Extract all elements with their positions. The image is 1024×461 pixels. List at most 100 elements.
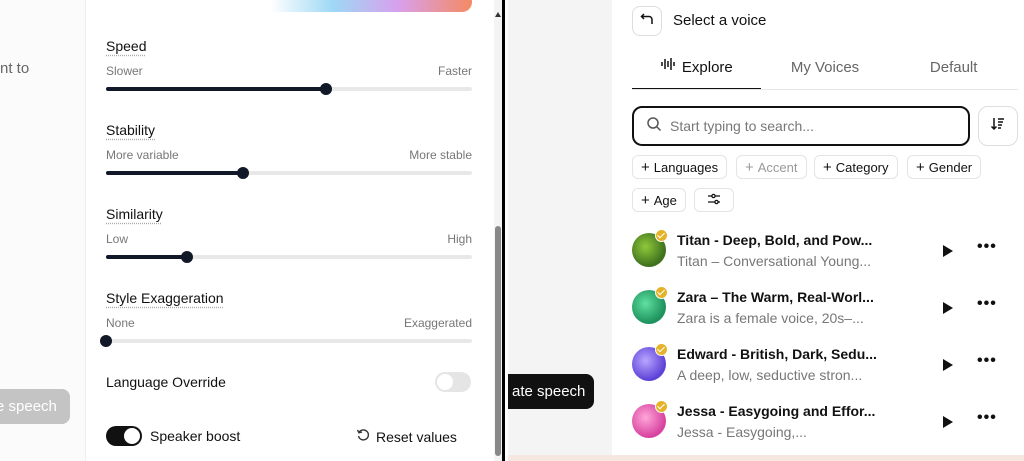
slider-max-label: Faster — [437, 64, 472, 78]
play-icon[interactable] — [943, 359, 953, 371]
voice-settings-pane: nt to e speech Speed Slower Faster Stabi… — [0, 0, 505, 461]
stability-slider[interactable] — [106, 167, 472, 179]
waveform-icon — [660, 56, 676, 80]
similarity-slider[interactable] — [106, 251, 472, 263]
speaker-boost-toggle[interactable] — [106, 426, 142, 446]
verified-badge-icon — [655, 400, 668, 413]
sort-button[interactable] — [978, 106, 1018, 146]
verified-badge-icon — [655, 229, 668, 242]
voice-item[interactable]: Titan - Deep, Bold, and Pow... Titan – C… — [632, 226, 1018, 276]
search-input[interactable] — [670, 118, 950, 134]
voice-description: Zara is a female voice, 20s–... — [677, 310, 864, 326]
filter-gender[interactable]: + Gender — [907, 155, 982, 179]
more-options-icon[interactable]: ••• — [977, 352, 997, 370]
filter-label: Accent — [757, 159, 798, 175]
voice-item[interactable]: Zara – The Warm, Real-Worl... Zara is a … — [632, 283, 1018, 333]
tab-label: Explore — [681, 59, 733, 76]
voice-description: Titan – Conversational Young... — [677, 253, 872, 269]
sort-icon — [990, 116, 1006, 137]
reset-values-button[interactable]: Reset values — [356, 428, 457, 445]
voice-tabs: Explore My Voices Default — [632, 56, 1018, 90]
slider-thumb[interactable] — [180, 251, 193, 263]
play-icon[interactable] — [943, 416, 953, 428]
filter-accent[interactable]: + Accent — [736, 155, 807, 179]
speaker-boost-label: Speaker boost — [150, 428, 241, 444]
generate-speech-button-disabled[interactable]: e speech — [0, 389, 70, 424]
slider-min-label: Slower — [106, 64, 143, 78]
stability-slider-group: Stability More variable More stable — [106, 122, 472, 179]
slider-min-label: More variable — [106, 148, 179, 162]
similarity-slider-group: Similarity Low High — [106, 206, 472, 263]
voice-name: Titan - Deep, Bold, and Pow... — [677, 232, 873, 248]
slider-min-label: None — [106, 316, 135, 330]
filter-label: Languages — [653, 159, 719, 175]
tab-default[interactable]: Default — [889, 56, 1018, 90]
truncated-text: nt to — [0, 60, 30, 77]
tab-my-voices[interactable]: My Voices — [761, 56, 890, 90]
slider-thumb[interactable] — [100, 335, 112, 347]
advanced-filters-button[interactable] — [694, 188, 734, 212]
voice-item[interactable]: Edward - British, Dark, Sedu... A deep, … — [632, 340, 1018, 390]
style-exaggeration-slider-group: Style Exaggeration None Exaggerated — [100, 290, 472, 347]
tab-divider — [632, 89, 1018, 90]
slider-max-label: High — [447, 232, 472, 246]
voice-name: Jessa - Easygoing and Effor... — [677, 403, 876, 419]
scroll-up-arrow-icon[interactable] — [495, 12, 501, 17]
speed-slider[interactable] — [106, 83, 472, 95]
voice-description: A deep, low, seductive stron... — [677, 367, 863, 383]
language-override-label: Language Override — [106, 374, 226, 390]
select-voice-panel: Select a voice Explore My Voices Default — [612, 0, 1024, 455]
voice-name: Zara – The Warm, Real-Worl... — [677, 289, 874, 305]
filter-label: Gender — [928, 159, 973, 175]
play-icon[interactable] — [943, 302, 953, 314]
slider-title: Speed — [106, 38, 147, 54]
slider-thumb[interactable] — [319, 83, 332, 95]
tab-explore[interactable]: Explore — [632, 56, 761, 90]
slider-fill — [106, 171, 244, 175]
filter-label: Category — [835, 159, 889, 175]
reset-label: Reset values — [376, 428, 457, 445]
plus-icon: + — [641, 191, 650, 209]
back-arrow-icon — [640, 12, 654, 31]
more-options-icon[interactable]: ••• — [977, 295, 997, 313]
style-exaggeration-slider[interactable] — [100, 335, 472, 347]
plus-icon: + — [916, 158, 925, 176]
voice-description: Jessa - Easygoing,... — [677, 424, 807, 440]
slider-title: Similarity — [106, 206, 163, 222]
slider-title: Stability — [106, 122, 156, 138]
more-options-icon[interactable]: ••• — [977, 238, 997, 256]
voice-selector-pane: ate speech Select a voice Explore My Voi… — [508, 0, 1024, 461]
plus-icon: + — [823, 158, 832, 176]
back-button[interactable] — [632, 6, 662, 36]
filter-label: Age — [653, 192, 677, 208]
bottom-strip — [508, 455, 1024, 461]
language-override-toggle[interactable] — [435, 372, 471, 392]
search-icon — [646, 116, 662, 137]
speed-slider-group: Speed Slower Faster — [106, 38, 472, 95]
verified-badge-icon — [655, 343, 668, 356]
slider-title: Style Exaggeration — [106, 290, 224, 306]
more-options-icon[interactable]: ••• — [977, 409, 997, 427]
slider-max-label: Exaggerated — [403, 316, 472, 330]
sliders-icon — [707, 192, 721, 209]
play-icon[interactable] — [943, 245, 953, 257]
plus-icon: + — [641, 158, 650, 176]
panel-title: Select a voice — [673, 12, 767, 29]
slider-max-label: More stable — [409, 148, 472, 162]
filter-age[interactable]: + Age — [632, 188, 686, 212]
verified-badge-icon — [655, 286, 668, 299]
slider-thumb[interactable] — [237, 167, 250, 179]
filter-category[interactable]: + Category — [814, 155, 898, 179]
slider-min-label: Low — [106, 232, 129, 246]
generate-speech-button[interactable]: ate speech — [508, 374, 594, 409]
plus-icon: + — [745, 158, 754, 176]
slider-fill — [106, 255, 187, 259]
scrollbar-thumb[interactable] — [495, 226, 501, 456]
voice-item[interactable]: Jessa - Easygoing and Effor... Jessa - E… — [632, 397, 1018, 447]
search-box — [632, 106, 970, 146]
gradient-bar — [106, 0, 472, 12]
reset-icon — [356, 428, 370, 445]
slider-fill — [106, 87, 326, 91]
filter-languages[interactable]: + Languages — [632, 155, 728, 179]
voice-name: Edward - British, Dark, Sedu... — [677, 346, 877, 362]
